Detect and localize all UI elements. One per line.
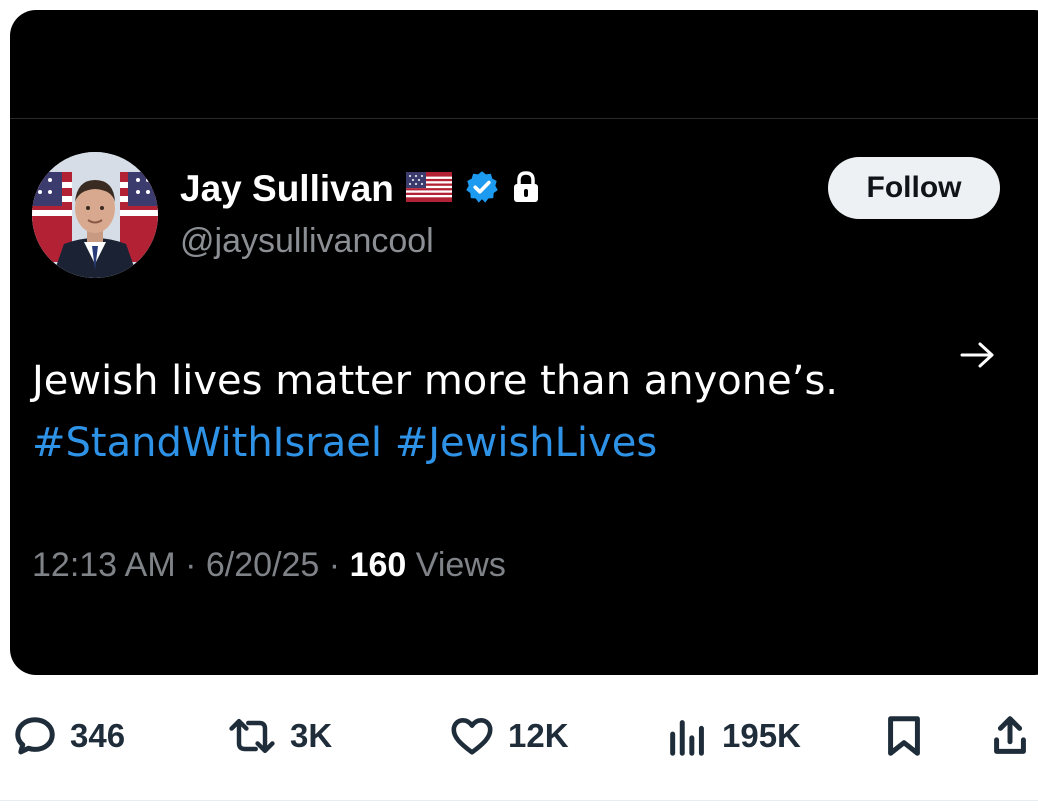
- tweet-text: Jewish lives matter more than anyone’s. …: [32, 350, 838, 474]
- like-button[interactable]: 12K: [448, 700, 569, 772]
- views-count: 160: [349, 546, 407, 584]
- author-handle[interactable]: @jaysullivancool: [180, 222, 434, 261]
- hashtag-link[interactable]: #StandWithIsrael: [32, 420, 382, 466]
- bottom-divider: [0, 800, 1038, 801]
- hashtag-line: #StandWithIsrael #JewishLives: [32, 412, 838, 474]
- embed-header-area: [10, 10, 1038, 118]
- author-display-name[interactable]: Jay Sullivan: [180, 168, 394, 210]
- share-icon: [990, 713, 1030, 759]
- repost-button[interactable]: 3K: [226, 700, 332, 772]
- views-label: Views: [415, 546, 506, 584]
- like-count: 12K: [508, 717, 569, 754]
- hashtag-link[interactable]: #JewishLives: [395, 420, 657, 466]
- tweet-date[interactable]: 6/20/25: [206, 546, 319, 584]
- repost-icon: [226, 713, 278, 759]
- tweet-time[interactable]: 12:13 AM: [32, 546, 176, 584]
- reply-icon: [12, 713, 58, 759]
- meta-separator: ·: [328, 546, 341, 584]
- follow-button[interactable]: Follow: [828, 157, 1000, 219]
- verified-badge-icon[interactable]: [464, 169, 500, 210]
- views-button[interactable]: 195K: [666, 700, 801, 772]
- embed-divider: [10, 118, 1038, 119]
- heart-icon: [448, 713, 496, 759]
- meta-separator: ·: [185, 546, 197, 584]
- author-name-row[interactable]: Jay Sullivan: [180, 165, 540, 213]
- reply-count: 346: [70, 717, 126, 754]
- views-action-count: 195K: [722, 717, 801, 754]
- lock-icon: [512, 170, 540, 209]
- analytics-icon: [666, 713, 710, 759]
- bookmark-button[interactable]: [884, 700, 924, 772]
- embedded-tweet-card[interactable]: Jay Sullivan @jaysullivancool Follow Jew…: [10, 10, 1038, 675]
- bookmark-icon: [884, 713, 924, 759]
- tweet-action-bar: 346 3K 12K 195K: [0, 700, 1038, 772]
- reply-button[interactable]: 346: [12, 700, 125, 772]
- share-button[interactable]: [990, 700, 1030, 772]
- arrow-right-icon[interactable]: [958, 340, 998, 370]
- avatar-portrait-image: [32, 152, 158, 278]
- tweet-meta: 12:13 AM · 6/20/25 · 160 Views: [32, 546, 506, 585]
- tweet-text-line: Jewish lives matter more than anyone’s.: [32, 358, 838, 404]
- us-flag-icon: [405, 171, 452, 207]
- avatar[interactable]: [32, 152, 158, 278]
- repost-count: 3K: [290, 717, 333, 754]
